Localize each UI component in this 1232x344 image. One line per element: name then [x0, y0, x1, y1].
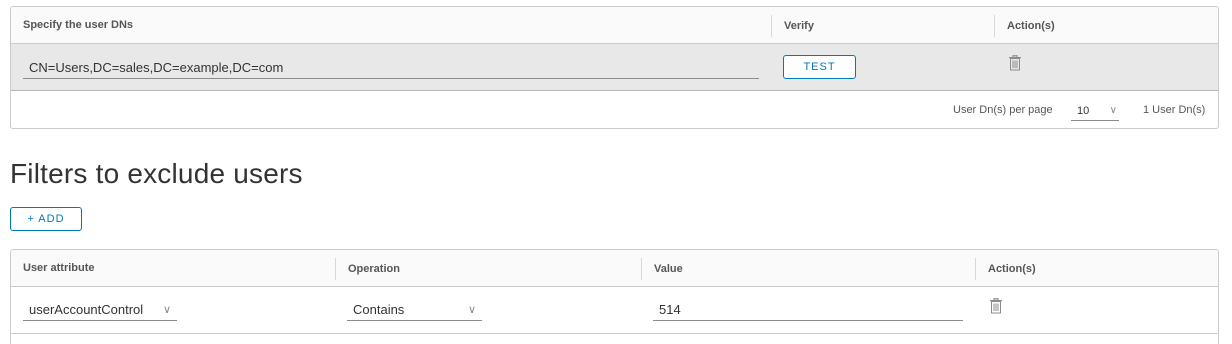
trash-icon[interactable] [1008, 55, 1022, 71]
column-header-actions: Action(s) [975, 258, 1036, 280]
chevron-down-icon: ∨ [467, 304, 476, 316]
filter-value-input[interactable] [653, 299, 963, 321]
add-filter-button[interactable]: + ADD [10, 207, 82, 231]
operation-value: Contains [353, 302, 405, 317]
per-page-select[interactable]: 10 ∨ [1071, 101, 1119, 121]
grid-footer: User Dn(s) per page 10 ∨ 1 User Dn(s) [11, 91, 1218, 128]
filters-grid-header: User attribute Operation Value Action(s) [11, 250, 1218, 287]
user-attribute-select[interactable]: userAccountControl ∨ [23, 299, 177, 321]
column-header-operation: Operation [335, 258, 400, 280]
trash-icon[interactable] [989, 298, 1003, 314]
column-header-user-attribute: User attribute [23, 262, 95, 274]
column-header-specify-dns: Specify the user DNs [23, 19, 134, 31]
chevron-down-icon: ∨ [1109, 105, 1117, 116]
column-header-actions: Action(s) [994, 15, 1055, 37]
column-header-value: Value [641, 258, 683, 280]
per-page-value: 10 [1077, 105, 1090, 117]
user-attribute-value: userAccountControl [29, 302, 144, 317]
table-row: userAccountControl ∨ Contains ∨ [11, 287, 1218, 334]
chevron-down-icon: ∨ [162, 304, 171, 316]
user-dn-input[interactable] [23, 57, 759, 79]
table-row[interactable]: TEST [11, 44, 1218, 91]
user-dn-count: 1 User Dn(s) [1143, 104, 1206, 116]
user-dn-grid: Specify the user DNs Verify Action(s) TE… [10, 6, 1219, 129]
column-header-verify: Verify [771, 15, 814, 37]
test-button[interactable]: TEST [783, 55, 856, 79]
filters-grid: User attribute Operation Value Action(s)… [10, 249, 1219, 344]
per-page-label: User Dn(s) per page [953, 104, 1053, 116]
filters-section-title: Filters to exclude users [10, 158, 303, 189]
operation-select[interactable]: Contains ∨ [347, 299, 482, 321]
user-dn-grid-header: Specify the user DNs Verify Action(s) [11, 7, 1218, 44]
